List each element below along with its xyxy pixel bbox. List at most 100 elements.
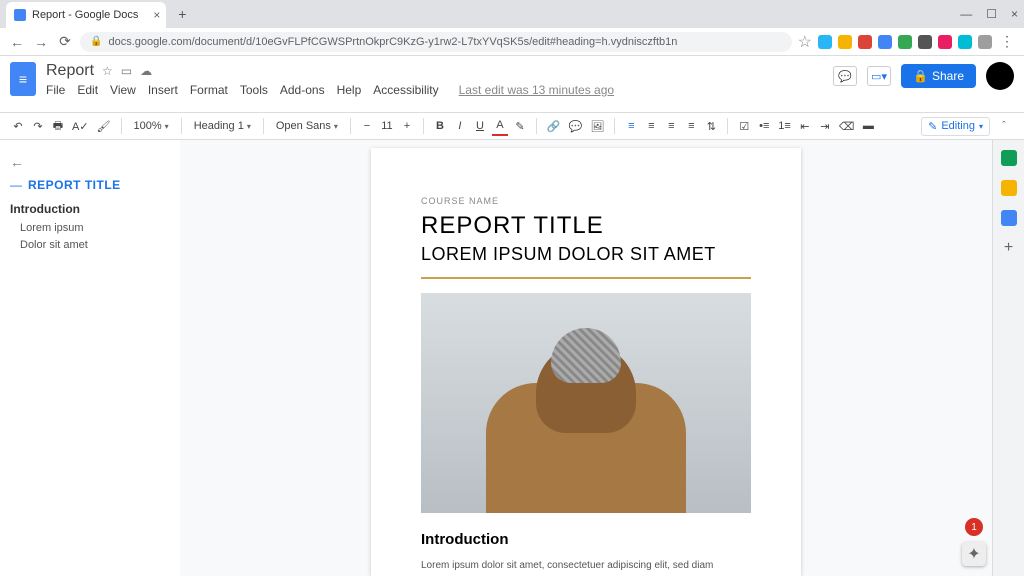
last-edit-link[interactable]: Last edit was 13 minutes ago (459, 83, 614, 97)
minimize-icon[interactable]: — (960, 7, 972, 21)
numbered-list[interactable]: 1≡ (776, 116, 793, 136)
tab-title: Report - Google Docs (32, 9, 138, 21)
tasks-icon[interactable] (1001, 210, 1017, 226)
star-doc-icon[interactable]: ☆ (102, 64, 113, 78)
ext-icon[interactable] (838, 35, 852, 49)
ext-icon[interactable] (958, 35, 972, 49)
text-color-button[interactable]: A (492, 116, 508, 136)
ext-icon[interactable] (898, 35, 912, 49)
menu-tools[interactable]: Tools (240, 83, 268, 97)
doc-title[interactable]: Report (46, 62, 94, 80)
browser-tab-strip: Report - Google Docs × + — ☐ × (0, 0, 1024, 28)
comment-button[interactable]: 💬 (567, 116, 585, 136)
side-panel: + (992, 140, 1024, 576)
ext-icon[interactable] (858, 35, 872, 49)
ext-icon[interactable] (978, 35, 992, 49)
new-tab-button[interactable]: + (172, 4, 192, 24)
ext-icon[interactable] (918, 35, 932, 49)
docs-logo[interactable]: ≡ (10, 62, 36, 96)
body-text: Lorem ipsum dolor sit amet, consectetuer… (421, 558, 751, 576)
outline-item[interactable]: Dolor sit amet (20, 239, 170, 251)
close-tab-icon[interactable]: × (153, 8, 160, 22)
bulleted-list[interactable]: •≡ (756, 116, 772, 136)
back-button[interactable]: ← (8, 33, 26, 51)
add-addon-icon[interactable]: + (1001, 240, 1017, 256)
zoom-dropdown[interactable]: 100% (130, 120, 173, 132)
font-increase[interactable]: + (399, 116, 415, 136)
italic-button[interactable]: I (452, 116, 468, 136)
indent-increase[interactable]: ⇥ (817, 116, 833, 136)
input-tools[interactable]: ▬ (860, 116, 876, 136)
comments-icon[interactable]: 💬 (833, 66, 857, 86)
paint-format-button[interactable]: 🖌 (95, 116, 113, 136)
link-button[interactable]: 🔗 (545, 116, 563, 136)
menu-addons[interactable]: Add-ons (280, 83, 325, 97)
style-dropdown[interactable]: Heading 1 (190, 120, 255, 132)
align-right[interactable]: ≡ (663, 116, 679, 136)
keep-icon[interactable] (1001, 180, 1017, 196)
line-spacing[interactable]: ⇅ (703, 116, 719, 136)
menu-insert[interactable]: Insert (148, 83, 178, 97)
redo-button[interactable]: ↷ (30, 116, 46, 136)
font-size[interactable]: 11 (379, 116, 395, 136)
align-justify[interactable]: ≡ (683, 116, 699, 136)
outline-panel: ← —REPORT TITLE Introduction Lorem ipsum… (0, 140, 180, 576)
document-canvas[interactable]: COURSE NAME REPORT TITLE LOREM IPSUM DOL… (180, 140, 992, 576)
outline-back-icon[interactable]: ← (10, 154, 170, 170)
browser-tab[interactable]: Report - Google Docs × (6, 2, 166, 28)
collapse-toolbar-icon[interactable]: ˆ (994, 120, 1014, 132)
menu-edit[interactable]: Edit (77, 83, 98, 97)
menu-accessibility[interactable]: Accessibility (373, 83, 438, 97)
maximize-icon[interactable]: ☐ (986, 7, 997, 21)
forward-button[interactable]: → (32, 33, 50, 51)
align-left[interactable]: ≡ (623, 116, 639, 136)
chrome-menu-icon[interactable]: ⋮ (998, 33, 1016, 51)
outline-title[interactable]: REPORT TITLE (28, 178, 121, 192)
menu-help[interactable]: Help (337, 83, 362, 97)
menu-view[interactable]: View (110, 83, 136, 97)
report-subtitle: LOREM IPSUM DOLOR SIT AMET (421, 244, 751, 265)
explore-button[interactable]: ✦ (962, 542, 986, 566)
menu-file[interactable]: File (46, 83, 65, 97)
ext-icon[interactable] (938, 35, 952, 49)
calendar-icon[interactable] (1001, 150, 1017, 166)
indent-decrease[interactable]: ⇤ (797, 116, 813, 136)
font-dropdown[interactable]: Open Sans (272, 120, 342, 132)
docs-header: ≡ Report ☆ ▭ ☁ File Edit View Insert For… (0, 56, 1024, 112)
notification-badge[interactable]: 1 (965, 518, 983, 536)
image-button[interactable]: 🖼 (588, 116, 606, 136)
url-field[interactable]: 🔒 docs.google.com/document/d/10eGvFLPfCG… (80, 32, 792, 52)
reload-button[interactable]: ⟳ (56, 33, 74, 51)
divider (421, 277, 751, 279)
checklist-button[interactable]: ☑ (736, 116, 752, 136)
clear-format[interactable]: ⌫ (837, 116, 857, 136)
person-figure (486, 333, 686, 513)
present-button[interactable]: ▭▾ (867, 66, 891, 86)
outline-item[interactable]: Introduction (10, 202, 170, 216)
close-window-icon[interactable]: × (1011, 7, 1018, 21)
menu-format[interactable]: Format (190, 83, 228, 97)
favicon (14, 9, 26, 21)
mode-dropdown[interactable]: ✎ Editing ▾ (921, 117, 990, 136)
bold-button[interactable]: B (432, 116, 448, 136)
document-page[interactable]: COURSE NAME REPORT TITLE LOREM IPSUM DOL… (371, 148, 801, 576)
share-label: Share (932, 69, 964, 83)
account-avatar[interactable] (986, 62, 1014, 90)
font-decrease[interactable]: − (359, 116, 375, 136)
ext-icon[interactable] (878, 35, 892, 49)
hero-image[interactable] (421, 293, 751, 513)
underline-button[interactable]: U (472, 116, 488, 136)
highlight-button[interactable]: ✎ (512, 116, 528, 136)
undo-button[interactable]: ↶ (10, 116, 26, 136)
share-button[interactable]: 🔒 Share (901, 64, 976, 88)
cloud-status-icon[interactable]: ☁ (140, 64, 152, 78)
spellcheck-button[interactable]: A✓ (70, 116, 91, 136)
menu-bar: File Edit View Insert Format Tools Add-o… (46, 83, 823, 97)
move-doc-icon[interactable]: ▭ (121, 64, 132, 78)
align-center[interactable]: ≡ (643, 116, 659, 136)
print-button[interactable]: 🖶 (50, 116, 66, 136)
star-icon[interactable]: ☆ (798, 32, 812, 52)
outline-item[interactable]: Lorem ipsum (20, 222, 170, 234)
extension-icons (818, 35, 992, 49)
ext-icon[interactable] (818, 35, 832, 49)
